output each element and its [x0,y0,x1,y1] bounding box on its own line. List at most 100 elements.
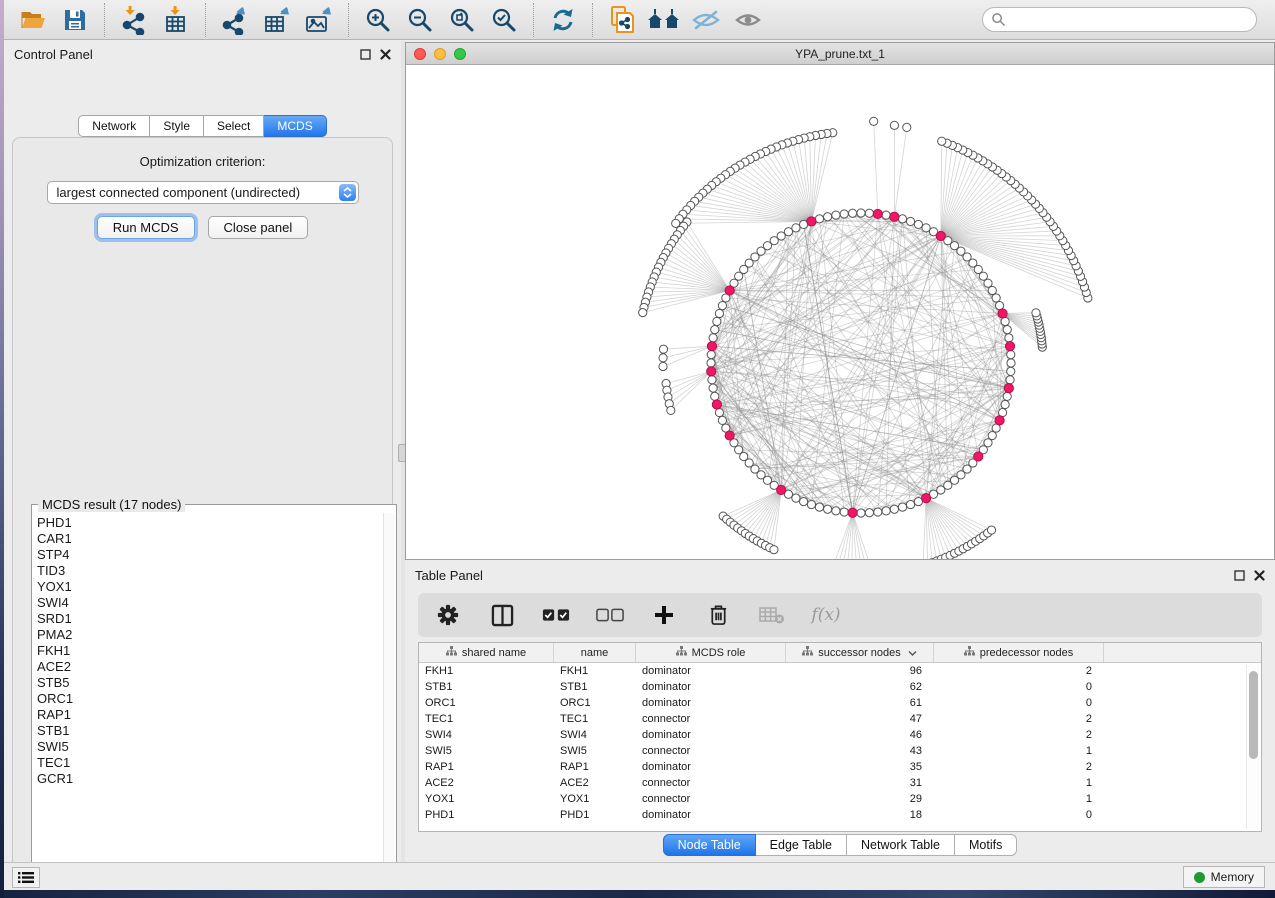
close-panel-icon[interactable] [380,49,391,60]
column-header-successor-nodes[interactable]: successor nodes [786,643,934,662]
save-session-icon[interactable] [54,3,96,37]
table-row[interactable]: SWI4SWI4dominator462 [419,727,1261,743]
column-header-name[interactable]: name [554,643,636,662]
mcds-result-item[interactable]: ORC1 [37,691,382,707]
table-row[interactable]: TEC1TEC1connector472 [419,711,1261,727]
table-cell: dominator [636,665,786,677]
mcds-result-item[interactable]: SWI4 [37,595,382,611]
table-cell: 0 [934,697,1104,709]
table-settings-gear-icon[interactable] [434,600,462,630]
table-row[interactable]: RAP1RAP1dominator352 [419,759,1261,775]
task-history-button[interactable] [12,867,40,888]
node-table: shared namenameMCDS rolesuccessor nodesp… [418,642,1262,832]
column-header-predecessor-nodes[interactable]: predecessor nodes [934,643,1104,662]
float-panel-icon[interactable] [360,49,371,60]
mcds-result-item[interactable]: TEC1 [37,755,382,771]
zoom-out-icon[interactable] [399,3,441,37]
memory-button[interactable]: Memory [1183,866,1265,888]
run-mcds-button[interactable]: Run MCDS [97,216,195,239]
first-neighbors-icon[interactable] [643,3,685,37]
zoom-fit-icon[interactable] [441,3,483,37]
add-column-icon[interactable] [650,600,678,630]
mcds-result-item[interactable]: TID3 [37,563,382,579]
open-file-icon[interactable] [12,3,54,37]
mcds-result-item[interactable]: FKH1 [37,643,382,659]
float-table-panel-icon[interactable] [1234,570,1245,581]
list-icon [18,871,34,884]
tab-edge-table[interactable]: Edge Table [756,834,847,856]
memory-status-icon [1194,872,1205,883]
tab-mcds[interactable]: MCDS [264,115,326,137]
table-cell: 47 [786,713,934,725]
mcds-result-item[interactable]: YOX1 [37,579,382,595]
table-cell: 1 [934,777,1104,789]
search-input[interactable] [1006,13,1256,27]
mcds-result-list[interactable]: PHD1CAR1STP4TID3YOX1SWI4SRD1PMA2FKH1ACE2… [34,515,382,873]
network-window-titlebar[interactable]: YPA_prune.txt_1 [406,43,1274,65]
mcds-list-scrollbar[interactable] [383,513,395,874]
mcds-result-item[interactable]: SRD1 [37,611,382,627]
import-network-icon[interactable] [113,3,155,37]
close-panel-button[interactable]: Close panel [208,216,309,239]
tab-network-table[interactable]: Network Table [847,834,955,856]
show-all-icon[interactable] [727,3,769,37]
export-network-icon[interactable] [214,3,256,37]
hide-selected-icon[interactable] [685,3,727,37]
mcds-result-item[interactable]: PMA2 [37,627,382,643]
table-row[interactable]: ORC1ORC1dominator610 [419,695,1261,711]
column-header-shared-name[interactable]: shared name [419,643,554,662]
import-table-icon[interactable] [155,3,197,37]
tab-motifs[interactable]: Motifs [955,834,1017,856]
table-row[interactable]: SWI5SWI5connector431 [419,743,1261,759]
network-graph[interactable] [406,65,1274,559]
table-row[interactable]: ACE2ACE2connector311 [419,775,1261,791]
tab-network[interactable]: Network [78,115,150,137]
export-table-icon[interactable] [256,3,298,37]
show-columns-icon[interactable] [488,600,516,630]
table-cell: 2 [934,761,1104,773]
mcds-result-item[interactable]: STB1 [37,723,382,739]
mcds-result-item[interactable]: SWI5 [37,739,382,755]
network-canvas[interactable] [406,65,1274,559]
search-box[interactable] [982,7,1257,32]
table-row[interactable]: FKH1FKH1dominator962 [419,663,1261,679]
tab-node-table[interactable]: Node Table [663,834,756,856]
close-table-panel-icon[interactable] [1254,570,1265,581]
mcds-result-item[interactable]: STB5 [37,675,382,691]
table-cell: SWI4 [419,729,554,741]
table-row[interactable]: STB1STB1dominator620 [419,679,1261,695]
function-builder-icon: f(x) [812,600,840,630]
table-cell: ACE2 [554,777,636,789]
deselect-all-icon[interactable] [596,600,624,630]
table-row[interactable]: PHD1PHD1dominator180 [419,807,1261,823]
tab-select[interactable]: Select [204,115,264,137]
table-scrollbar-thumb[interactable] [1249,671,1258,759]
mcds-result-item[interactable]: ACE2 [37,659,382,675]
mcds-result-item[interactable]: STP4 [37,547,382,563]
table-cell: FKH1 [419,665,554,677]
tree-icon [964,646,975,659]
table-panel: Table Panel f(x) shared namenameMCDS [405,562,1275,862]
zoom-selected-icon[interactable] [483,3,525,37]
column-header-MCDS-role[interactable]: MCDS role [636,643,786,662]
table-cell: 0 [934,681,1104,693]
zoom-in-icon[interactable] [357,3,399,37]
export-image-icon[interactable] [298,3,340,37]
delete-column-trash-icon[interactable] [704,600,732,630]
table-cell: 96 [786,665,934,677]
optimization-criterion-select[interactable]: largest connected component (undirected) [47,181,359,204]
table-cell: dominator [636,681,786,693]
tab-style[interactable]: Style [150,115,204,137]
table-scrollbar[interactable] [1246,665,1259,829]
copy-network-icon[interactable] [601,3,643,37]
select-all-icon[interactable] [542,600,570,630]
mcds-result-item[interactable]: GCR1 [37,771,382,787]
table-cell: TEC1 [554,713,636,725]
mcds-result-title: MCDS result (17 nodes) [38,497,185,512]
mcds-result-item[interactable]: CAR1 [37,531,382,547]
refresh-icon[interactable] [542,3,584,37]
table-cell: ORC1 [554,697,636,709]
table-row[interactable]: YOX1YOX1connector291 [419,791,1261,807]
mcds-result-item[interactable]: PHD1 [37,515,382,531]
mcds-result-item[interactable]: RAP1 [37,707,382,723]
